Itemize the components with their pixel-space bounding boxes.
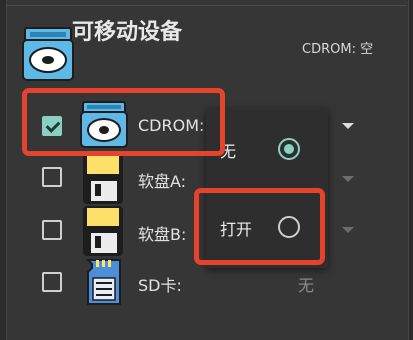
floppy-b-checkbox[interactable]	[42, 220, 62, 240]
floppy-b-label: 软盘B:	[138, 225, 187, 244]
panel-top-border	[6, 5, 407, 6]
panel-title: 可移动设备	[72, 20, 183, 45]
sd-checkbox[interactable]	[42, 272, 62, 292]
sd-label: SD卡:	[138, 276, 182, 295]
floppy-a-dropdown-arrow[interactable]	[342, 176, 354, 182]
floppy-a-checkbox[interactable]	[42, 167, 62, 187]
sd-card-icon	[84, 258, 124, 310]
cdrom-status: CDROM: 空	[302, 42, 374, 57]
highlight-cdrom-row	[22, 88, 225, 156]
floppy-a-label: 软盘A:	[138, 172, 187, 191]
highlight-open-option	[194, 188, 325, 265]
sd-value[interactable]: 无	[298, 272, 314, 296]
floppy-icon	[80, 205, 126, 261]
cdrom-dropdown-arrow[interactable]	[342, 123, 354, 129]
floppy-icon	[80, 153, 126, 209]
cdrom-icon	[22, 26, 74, 86]
option-none-radio[interactable]	[278, 138, 300, 160]
floppy-b-dropdown-arrow[interactable]	[342, 227, 354, 233]
